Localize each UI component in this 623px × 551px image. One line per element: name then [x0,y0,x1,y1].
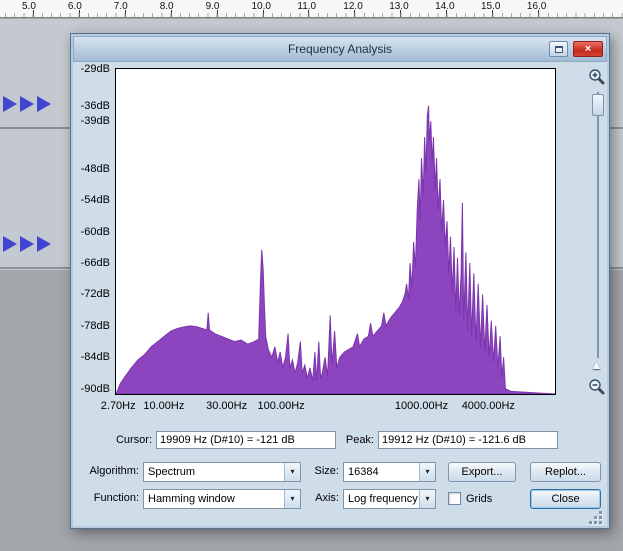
ruler-label: 13.0 [389,1,409,12]
ruler-tick [262,10,264,17]
x-axis-label: 4000.00Hz [461,400,515,412]
ruler-tick [354,10,356,17]
zoom-slider-thumb[interactable] [592,94,604,116]
zoom-out-icon[interactable] [588,378,605,395]
ruler-tick [170,10,172,17]
waveform-arrows [3,236,51,252]
y-axis-label: -54dB [80,194,110,206]
ruler-tick [446,10,448,17]
ruler-label: 12.0 [343,1,363,12]
waveform-arrow-icon [3,236,17,252]
ruler-tick [537,10,539,17]
axis-value: Log frequency [348,493,418,505]
dropdown-arrow-icon[interactable]: ▾ [419,490,435,508]
ruler-tick [33,10,34,17]
dialog-body: -29dB -36dB -39dB -48dB -54dB -60dB -66dB -72dB… [73,62,607,526]
y-axis-label: -60dB [80,225,110,238]
y-axis-label: -36dB [80,99,110,112]
ruler-label: 16.0 [526,1,547,12]
y-axis-label: -78dB [80,319,110,332]
function-select[interactable]: Hamming window ▾ [143,489,301,509]
ruler-label: 10.0 [251,1,271,12]
y-axis-label: -48dB [80,162,110,175]
ruler-label: 11.0 [297,1,317,12]
algorithm-label: Algorithm: [89,465,139,477]
waveform-arrow-icon [3,96,17,112]
size-value: 16384 [348,466,379,478]
algorithm-select[interactable]: Spectrum ▾ [143,462,301,482]
replot-button[interactable]: Replot... [530,462,601,482]
dropdown-arrow-icon[interactable]: ▾ [284,490,300,508]
axis-select[interactable]: Log frequency ▾ [343,489,436,509]
size-select[interactable]: 16384 ▾ [343,462,436,482]
function-value: Hamming window [148,493,235,505]
ruler-label: 14.0 [435,1,455,12]
dialog-titlebar[interactable]: Frequency Analysis × [73,36,607,62]
y-axis-label: -29dB [80,63,110,75]
timeline-ruler[interactable]: 5.0 6.0 7.0 8.0 9.0 10.0 11.0 12.0 13.0 14.0 15.0 1… [0,0,623,18]
grids-checkbox[interactable] [448,492,461,505]
dialog-title: Frequency Analysis [287,42,393,56]
x-axis-label: 1000.00Hz [394,400,449,412]
grids-label: Grids [466,493,493,505]
waveform-arrow-icon [37,96,51,112]
spectrum-plot[interactable] [115,68,556,395]
y-axis-label: -66dB [80,257,110,269]
ruler-tick [78,10,80,17]
x-axis-label: 100.00Hz [257,400,305,412]
ruler-tick [400,10,402,17]
cursor-label: Cursor: [115,434,152,446]
ruler-label: 15.0 [481,1,501,12]
size-label: Size: [314,465,339,477]
function-label: Function: [93,492,139,504]
x-axis-labels: 2.70Hz 10.00Hz 30.00Hz 100.00Hz 1000.00Hz 400… [101,400,557,413]
ruler-tick [124,10,126,17]
resize-grip[interactable] [589,511,603,525]
spectrum-area [116,105,555,394]
maximize-icon [554,45,563,53]
x-axis-label: 10.00Hz [143,400,185,412]
frequency-analysis-dialog: Frequency Analysis × -29dB -36dB -39dB -48d… [70,33,610,529]
waveform-arrow-icon [20,96,34,112]
dropdown-arrow-icon[interactable]: ▾ [419,463,435,481]
y-axis-label: -90dB [80,382,110,395]
axis-label: Axis: [315,492,339,504]
maximize-button[interactable] [549,41,568,57]
close-button[interactable]: Close [530,489,601,509]
slider-up-arrow-icon[interactable]: ▲ [590,357,603,372]
ruler-tick [308,10,310,17]
algorithm-value: Spectrum [148,466,196,478]
ruler-tick [492,10,493,17]
cursor-readout-field[interactable] [156,431,336,449]
ruler-tick [216,10,218,17]
close-window-button[interactable]: × [573,41,603,57]
titlebar-buttons: × [549,41,603,57]
y-axis-label: -39dB [80,115,110,128]
peak-readout-field[interactable] [378,431,558,449]
zoom-slider-track[interactable] [597,92,599,358]
export-button[interactable]: Export... [448,462,516,482]
peak-label: Peak: [345,434,374,446]
dropdown-arrow-icon[interactable]: ▾ [284,463,300,481]
waveform-arrow-icon [20,236,34,252]
y-axis-labels: -29dB -36dB -39dB -48dB -54dB -60dB -66dB -72dB… [73,63,113,396]
waveform-arrow-icon [37,236,51,252]
waveform-arrows [3,96,51,112]
zoom-in-icon[interactable] [588,68,605,85]
audacity-window: 5.0 6.0 7.0 8.0 9.0 10.0 11.0 12.0 13.0 14.0 15.0 1… [0,0,623,551]
y-axis-label: -84dB [80,351,110,364]
spectrum-canvas [116,105,555,394]
y-axis-label: -72dB [80,288,110,301]
x-axis-label: 30.00Hz [206,400,248,412]
